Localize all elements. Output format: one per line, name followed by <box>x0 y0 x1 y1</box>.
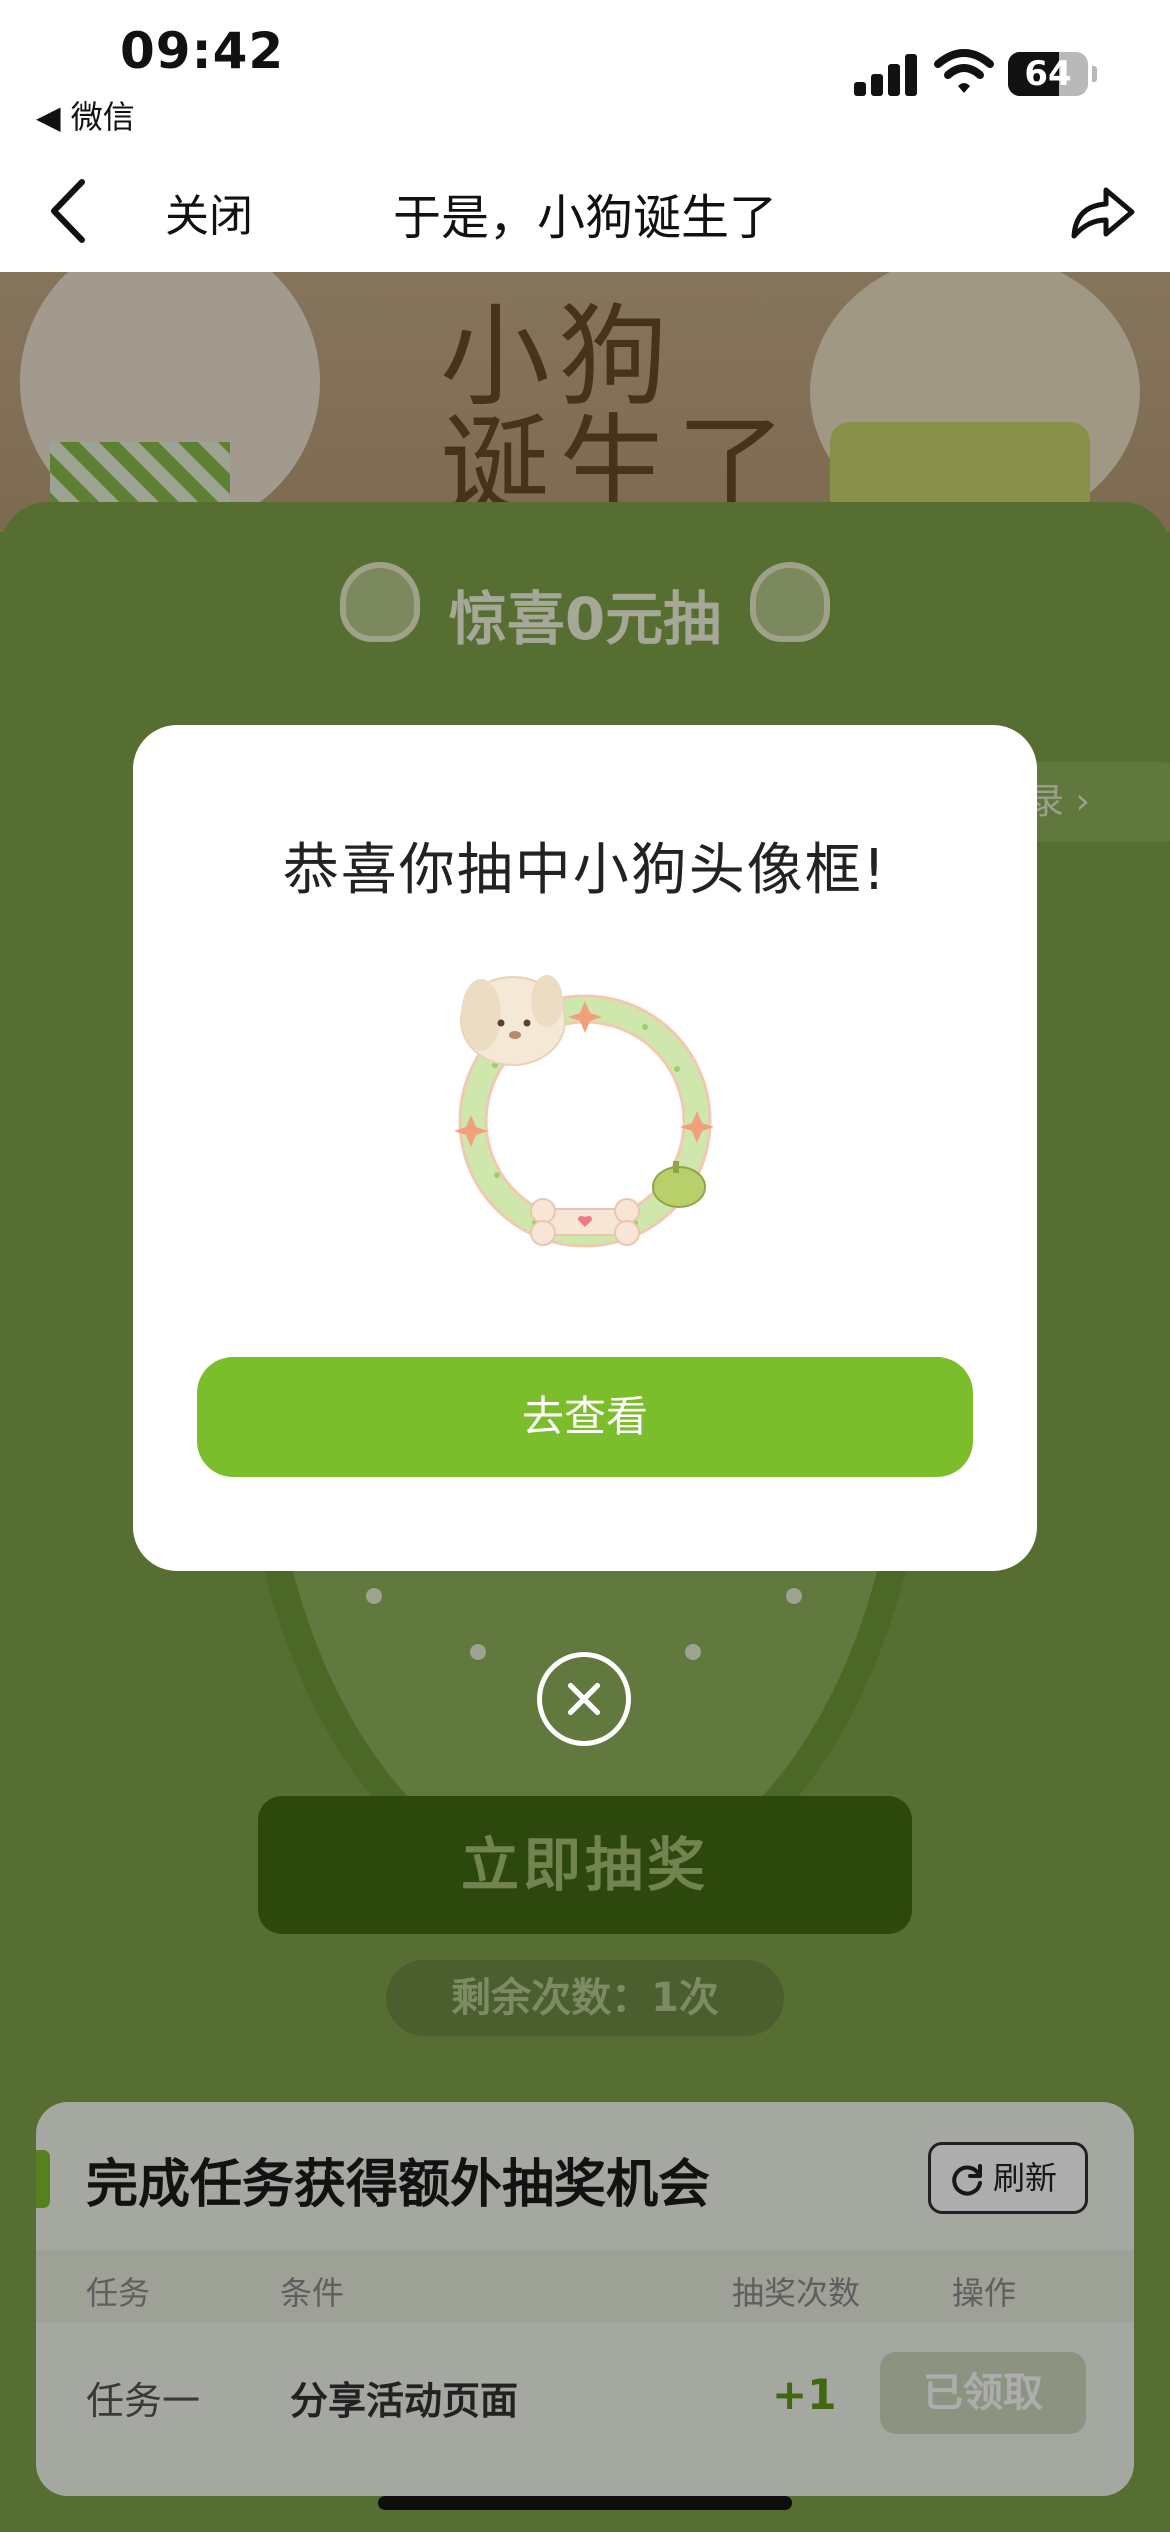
battery-icon: 64 <box>1008 52 1088 96</box>
modal-title: 恭喜你抽中小狗头像框! <box>282 838 888 903</box>
share-icon[interactable] <box>1066 176 1138 248</box>
wifi-icon <box>934 49 994 93</box>
close-button[interactable]: 关闭 <box>165 180 253 244</box>
page-title: 于是，小狗诞生了 <box>392 190 777 246</box>
back-to-app-link[interactable]: ◀ 微信 <box>36 92 135 138</box>
home-indicator <box>378 2496 792 2510</box>
nav-bar: 关闭 于是，小狗诞生了 <box>0 150 1170 272</box>
status-time: 09:42 <box>120 22 285 80</box>
cellular-signal-icon <box>854 52 917 96</box>
battery-nub <box>1092 66 1097 82</box>
close-icon[interactable] <box>537 1652 631 1746</box>
prize-modal: 恭喜你抽中小狗头像框! 去查看 <box>133 725 1037 1571</box>
back-chevron-icon[interactable] <box>42 174 102 248</box>
status-bar: 09:42 ◀ 微信 64 <box>0 0 1170 150</box>
dog-avatar-frame-image <box>454 975 714 1248</box>
view-button[interactable]: 去查看 <box>197 1357 973 1477</box>
battery-percent: 64 <box>1024 54 1072 94</box>
